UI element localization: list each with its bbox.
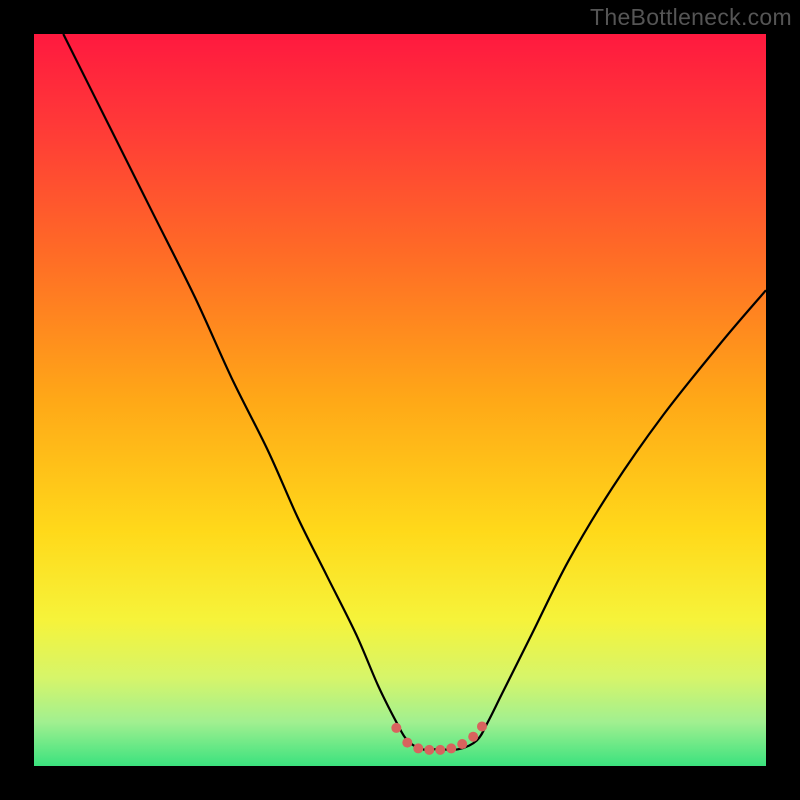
chart-background bbox=[34, 34, 766, 766]
valley-marker bbox=[468, 732, 478, 742]
valley-marker bbox=[402, 738, 412, 748]
valley-marker bbox=[413, 743, 423, 753]
chart-plot-area bbox=[34, 34, 766, 766]
valley-marker bbox=[424, 745, 434, 755]
chart-svg bbox=[34, 34, 766, 766]
valley-marker bbox=[457, 739, 467, 749]
valley-marker bbox=[391, 723, 401, 733]
valley-marker bbox=[446, 743, 456, 753]
chart-frame: TheBottleneck.com bbox=[0, 0, 800, 800]
valley-marker bbox=[435, 745, 445, 755]
valley-marker bbox=[477, 721, 487, 731]
watermark-text: TheBottleneck.com bbox=[590, 4, 792, 31]
